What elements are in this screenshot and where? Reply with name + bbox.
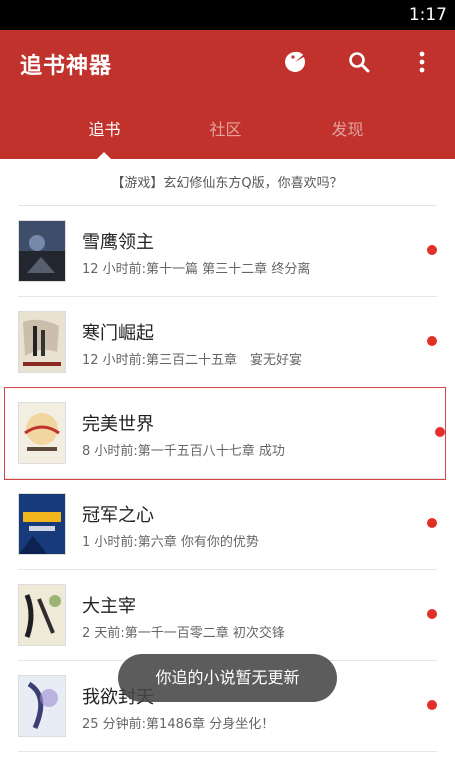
game-icon[interactable] (281, 48, 309, 76)
book-update: 8 小时前:第一千五百八十七章 成功 (82, 444, 285, 459)
list-item[interactable]: 大主宰 2 天前:第一千一百零二章 初次交锋 (18, 570, 437, 661)
book-title: 冠军之心 (82, 505, 154, 526)
unread-dot (427, 609, 437, 619)
unread-dot (427, 245, 437, 255)
list-item-selected[interactable]: 完美世界 8 小时前:第一千五百八十七章 成功 (4, 387, 446, 480)
more-menu-icon[interactable] (408, 48, 436, 76)
tab-bar: 追书 社区 发现 (0, 112, 455, 159)
book-update: 12 小时前:第十一篇 第三十二章 终分离 (82, 262, 311, 277)
unread-dot (427, 518, 437, 528)
unread-dot (435, 427, 445, 437)
book-cover (18, 493, 66, 555)
list-item[interactable]: 寒门崛起 12 小时前:第三百二十五章 宴无好宴 (18, 297, 437, 388)
list-item[interactable]: 冠军之心 1 小时前:第六章 你有你的优势 (18, 479, 437, 570)
tab-indicator (97, 152, 111, 159)
unread-dot (427, 700, 437, 710)
toast-message: 你追的小说暂无更新 (118, 654, 337, 702)
app-title: 追书神器 (20, 54, 113, 79)
list-item[interactable]: 雪鹰领主 12 小时前:第十一篇 第三十二章 终分离 (18, 206, 437, 297)
book-update: 2 天前:第一千一百零二章 初次交锋 (82, 626, 285, 641)
app-bar: 追书神器 追书 社区 发现 (0, 30, 455, 159)
book-cover (18, 584, 66, 646)
book-cover (18, 311, 66, 373)
book-title: 大主宰 (82, 596, 136, 617)
unread-dot (427, 336, 437, 346)
book-title: 雪鹰领主 (82, 232, 154, 253)
book-cover (18, 220, 66, 282)
book-update: 1 小时前:第六章 你有你的优势 (82, 535, 259, 550)
book-cover (18, 402, 66, 464)
status-time: 1:17 (408, 5, 447, 25)
tab-discover[interactable]: 发现 (272, 116, 423, 140)
status-bar: 1:17 (0, 0, 455, 30)
book-update: 12 小时前:第三百二十五章 宴无好宴 (82, 353, 303, 368)
book-title: 寒门崛起 (82, 323, 154, 344)
search-icon[interactable] (345, 48, 373, 76)
book-update: 25 分钟前:第1486章 分身坐化！ (82, 717, 275, 732)
book-cover (18, 675, 66, 737)
promo-banner[interactable]: 【游戏】玄幻修仙东方Q版，你喜欢吗？ (18, 159, 436, 206)
book-title: 完美世界 (82, 414, 154, 435)
